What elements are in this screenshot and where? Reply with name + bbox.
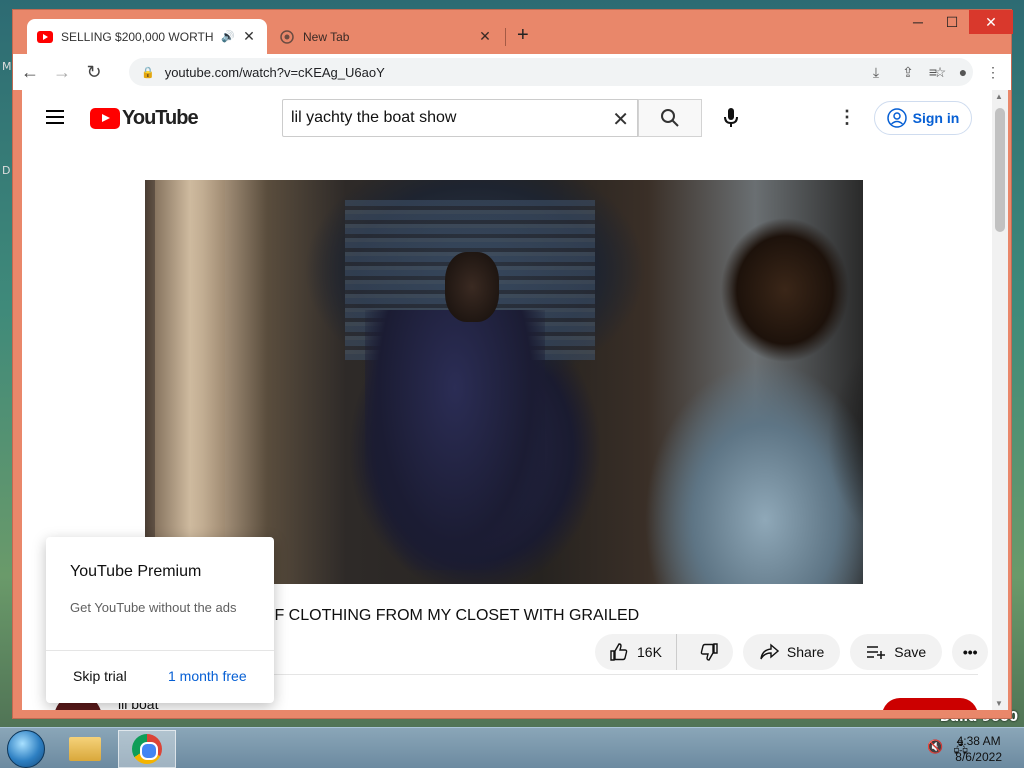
youtube-wordmark: YouTube (122, 107, 199, 129)
premium-popup: YouTube Premium Get YouTube without the … (46, 537, 274, 703)
share-label: Share (786, 644, 825, 660)
playlist-add-icon (867, 646, 886, 659)
share-icon (760, 643, 779, 660)
skip-trial-button[interactable]: Skip trial (73, 668, 127, 684)
taskbar-file-explorer[interactable] (56, 730, 114, 768)
more-actions-button[interactable]: ••• (952, 634, 989, 670)
tab-close-icon[interactable]: ✕ (477, 28, 493, 45)
search-button[interactable] (638, 99, 702, 137)
video-player[interactable] (145, 180, 863, 584)
tab-separator (505, 28, 506, 46)
yt-header: YouTube lil yachty the boat show ✕ ⋮ Sig… (22, 90, 992, 146)
thumbs-up-icon (610, 643, 628, 661)
search-value: lil yachty the boat show (291, 109, 457, 126)
chrome-favicon-icon (279, 29, 295, 45)
desktop-label-m: M (2, 60, 12, 73)
tab-youtube[interactable]: SELLING $200,000 WORTH OF CLOTHING 🔊 ✕ (27, 19, 267, 54)
share-button[interactable]: Share (742, 634, 841, 670)
youtube-favicon-icon (37, 29, 53, 45)
clock-time: 4:38 AM (956, 734, 1001, 748)
browser-toolbar: ← → ↻ 🔒 youtube.com/watch?v=cKEAg_U6aoY … (13, 54, 1011, 90)
like-dislike-group: 16K (595, 634, 733, 670)
address-bar[interactable]: 🔒 youtube.com/watch?v=cKEAg_U6aoY (129, 58, 973, 86)
video-frame-head (445, 252, 499, 322)
lock-icon[interactable]: 🔒 (141, 66, 155, 79)
tab-label: New Tab (303, 29, 350, 44)
tab-close-icon[interactable]: ✕ (241, 28, 257, 45)
reload-icon[interactable]: ↻ (79, 57, 109, 87)
volume-muted-icon[interactable]: 🔇 (927, 739, 943, 761)
chrome-icon (132, 734, 162, 764)
share-page-icon[interactable]: ⇪ (897, 58, 919, 86)
clock[interactable]: 4:38 AM 8/6/2022 (955, 733, 1002, 765)
desktop-label-d: D (2, 164, 11, 177)
hamburger-menu-icon[interactable] (46, 110, 64, 124)
settings-menu-icon[interactable]: ⋮ (838, 108, 856, 126)
premium-description: Get YouTube without the ads (70, 600, 237, 615)
search-icon (661, 109, 679, 127)
page-scrollbar[interactable]: ▲ ▼ (992, 90, 1008, 710)
sign-in-button[interactable]: Sign in (874, 101, 972, 135)
video-title: OF CLOTHING FROM MY CLOSET WITH GRAILED (262, 607, 640, 624)
save-label: Save (894, 644, 927, 660)
tab-label: SELLING $200,000 WORTH OF CLOTHING (61, 29, 215, 44)
minimize-button[interactable]: ─ (901, 10, 935, 34)
taskbar: 🔇 🖧 4:38 AM 8/6/2022 (0, 727, 1024, 768)
clock-date: 8/6/2022 (955, 750, 1002, 764)
voice-search-button[interactable] (712, 99, 750, 137)
free-trial-button[interactable]: 1 month free (168, 668, 247, 684)
title-bar: SELLING $200,000 WORTH OF CLOTHING 🔊 ✕ N… (13, 10, 1013, 54)
install-icon[interactable]: ⤓ (865, 58, 887, 86)
youtube-play-icon (90, 108, 120, 129)
forward-icon[interactable]: → (47, 57, 77, 87)
like-count: 16K (637, 644, 662, 660)
clear-search-icon[interactable]: ✕ (612, 107, 629, 132)
speaker-icon[interactable]: 🔊 (221, 30, 235, 43)
browser-window: SELLING $200,000 WORTH OF CLOTHING 🔊 ✕ N… (12, 9, 1013, 719)
sign-in-label: Sign in (912, 110, 960, 126)
media-control-icon[interactable]: ≡ (921, 58, 945, 86)
search-input[interactable]: lil yachty the boat show ✕ (282, 99, 638, 137)
video-frame-door (155, 180, 225, 560)
thumbs-down-icon (700, 643, 718, 661)
scroll-down-icon[interactable]: ▼ (995, 699, 1003, 708)
back-icon[interactable]: ← (15, 57, 45, 87)
url-text: youtube.com/watch?v=cKEAg_U6aoY (164, 64, 385, 80)
tab-new-tab[interactable]: New Tab ✕ (269, 19, 503, 54)
video-frame-person (365, 310, 545, 570)
microphone-icon (724, 108, 738, 127)
divider (262, 674, 978, 675)
scroll-thumb[interactable] (995, 108, 1005, 232)
premium-divider (46, 650, 274, 651)
subscribe-button[interactable]: Subscribe (882, 698, 978, 710)
youtube-logo[interactable]: YouTube (90, 107, 199, 130)
chrome-menu-icon[interactable]: ⋮ (981, 58, 1005, 86)
like-button[interactable]: 16K (595, 634, 677, 670)
start-button[interactable] (7, 730, 45, 768)
folder-icon (69, 737, 101, 761)
youtube-page: YouTube lil yachty the boat show ✕ ⋮ Sig… (22, 90, 992, 710)
toolbar-right: ≡ ● ⋮ (921, 58, 1005, 86)
video-actions: 16K Share Save ••• (595, 634, 989, 670)
close-window-button[interactable]: ✕ (969, 10, 1013, 34)
profile-icon[interactable]: ● (951, 58, 975, 86)
maximize-button[interactable]: ☐ (935, 10, 969, 34)
premium-title: YouTube Premium (70, 563, 202, 580)
save-button[interactable]: Save (850, 634, 943, 670)
account-icon (886, 108, 907, 128)
scroll-up-icon[interactable]: ▲ (995, 92, 1003, 101)
taskbar-chrome[interactable] (118, 730, 176, 768)
new-tab-button[interactable]: + (517, 24, 529, 47)
dislike-button[interactable] (685, 634, 733, 670)
